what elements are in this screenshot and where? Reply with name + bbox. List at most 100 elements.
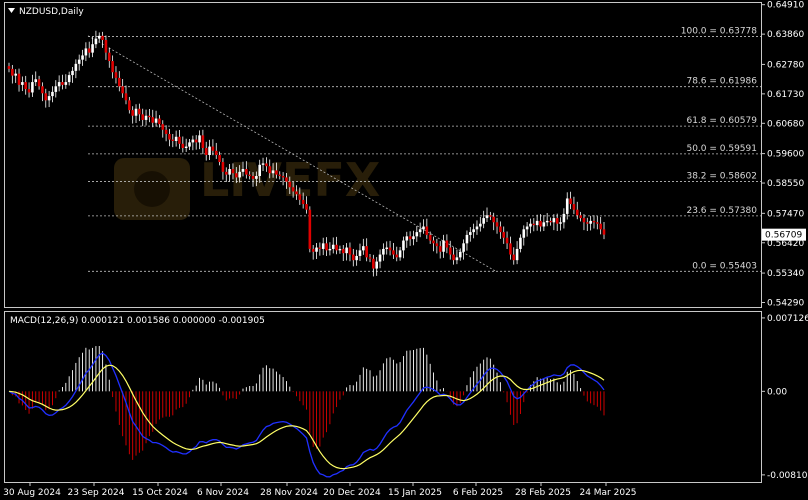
candle-body-up — [134, 108, 138, 116]
candle-body-down — [582, 218, 586, 223]
candle-body-down — [111, 61, 114, 73]
candle-body-down — [512, 254, 516, 261]
time-tick-label: 30 Aug 2024 — [3, 488, 61, 498]
candle-body-up — [258, 164, 262, 177]
candle-body-down — [151, 117, 155, 123]
candle-body-down — [388, 247, 392, 251]
price-tick-label: 0.55340 — [767, 269, 804, 279]
candle-body-down — [425, 226, 429, 235]
candle-body-up — [529, 223, 532, 227]
candle-body-up — [519, 237, 522, 249]
candle-body-down — [341, 248, 345, 254]
price-tick-label: 0.57470 — [767, 209, 804, 219]
symbol-header[interactable]: NZDUSD,Daily — [8, 7, 84, 17]
candle-body-up — [482, 218, 485, 224]
candle-body-down — [118, 77, 121, 87]
candle-body-down — [298, 194, 302, 200]
candle-body-up — [355, 255, 358, 261]
macd-label: MACD(12,26,9) 0.000121 0.001586 0.000000… — [10, 316, 265, 326]
candle-body-up — [565, 198, 569, 214]
candle-body-up — [415, 232, 419, 237]
price-tick-label: 0.64910 — [767, 1, 804, 11]
candle-body-down — [372, 258, 375, 269]
candle-body-down — [204, 147, 208, 155]
candle-body-up — [465, 234, 469, 244]
fib-level-label: 100.0 = 0.63778 — [681, 26, 758, 36]
candle-body-up — [198, 135, 201, 143]
candle-body-up — [31, 82, 34, 93]
candle-body-down — [555, 218, 559, 224]
candle-body-down — [148, 115, 151, 118]
candle-body-down — [502, 232, 506, 238]
candle-body-down — [348, 247, 352, 255]
candle-body-down — [301, 199, 305, 205]
candle-body-up — [64, 82, 68, 85]
candle-body-down — [452, 254, 455, 261]
candle-body-up — [84, 48, 88, 56]
candle-body-up — [442, 240, 445, 252]
fib-level-label: 61.8 = 0.60579 — [686, 116, 757, 126]
candle-body-down — [351, 254, 355, 261]
candle-body-down — [311, 248, 315, 252]
candle-body-up — [535, 220, 539, 226]
candle-body-up — [47, 96, 51, 101]
candle-body-down — [572, 204, 576, 210]
candle-body-up — [144, 115, 148, 120]
time-tick-label: 24 Mar 2025 — [579, 488, 636, 498]
candle-body-down — [288, 181, 292, 188]
candle-body-up — [74, 63, 78, 71]
time-tick-label: 28 Nov 2024 — [260, 488, 318, 498]
candle-body-down — [231, 169, 235, 174]
candle-body-down — [44, 93, 48, 101]
candle-body-down — [235, 173, 238, 178]
time-tick-label: 15 Jan 2025 — [388, 488, 442, 498]
candle-body-down — [592, 220, 596, 223]
candle-body-down — [24, 82, 28, 90]
candle-body-down — [285, 177, 288, 182]
candle-body-down — [158, 118, 161, 125]
candle-body-up — [54, 86, 58, 92]
candle-body-up — [398, 250, 402, 258]
candle-body-down — [365, 246, 368, 258]
candle-body-down — [569, 198, 572, 205]
candle-body-down — [432, 240, 435, 244]
candle-body-down — [171, 139, 175, 141]
candle-body-down — [291, 187, 295, 192]
candle-body-up — [455, 257, 459, 261]
candle-body-up — [378, 254, 382, 262]
candle-body-down — [164, 129, 168, 134]
candle-body-up — [525, 226, 529, 230]
candle-body-up — [458, 251, 462, 258]
candle-body-up — [402, 240, 405, 251]
candle-body-down — [251, 176, 255, 179]
candle-body-down — [107, 52, 111, 62]
macd-tick-label: 0.007126 — [767, 314, 808, 324]
candle-body-down — [278, 174, 282, 177]
candle-body-down — [27, 89, 31, 93]
price-tick-label: 0.54290 — [767, 299, 804, 309]
candle-body-up — [91, 44, 94, 53]
candle-body-down — [101, 35, 104, 41]
candle-body-down — [392, 250, 395, 255]
current-price-label: 0.56709 — [765, 231, 802, 241]
candle-body-down — [408, 236, 412, 240]
candle-body-down — [325, 243, 328, 251]
candle-body-down — [178, 136, 181, 144]
price-tick-label: 0.62780 — [767, 60, 804, 70]
candle-body-down — [128, 100, 131, 111]
candle-body-down — [41, 86, 44, 94]
candle-body-down — [428, 234, 432, 241]
candle-body-down — [532, 223, 536, 226]
candle-body-down — [281, 176, 285, 178]
time-tick-label: 23 Sep 2024 — [67, 488, 124, 498]
candle-body-down — [211, 146, 215, 151]
time-tick-label: 28 Feb 2025 — [515, 488, 571, 498]
candle-body-up — [271, 170, 275, 174]
candle-body-up — [261, 163, 265, 165]
candle-body-up — [485, 215, 489, 219]
candle-body-down — [121, 86, 124, 94]
candle-body-down — [218, 155, 221, 163]
candle-body-down — [539, 220, 542, 227]
candle-body-up — [358, 250, 362, 256]
candle-body-up — [174, 136, 178, 141]
